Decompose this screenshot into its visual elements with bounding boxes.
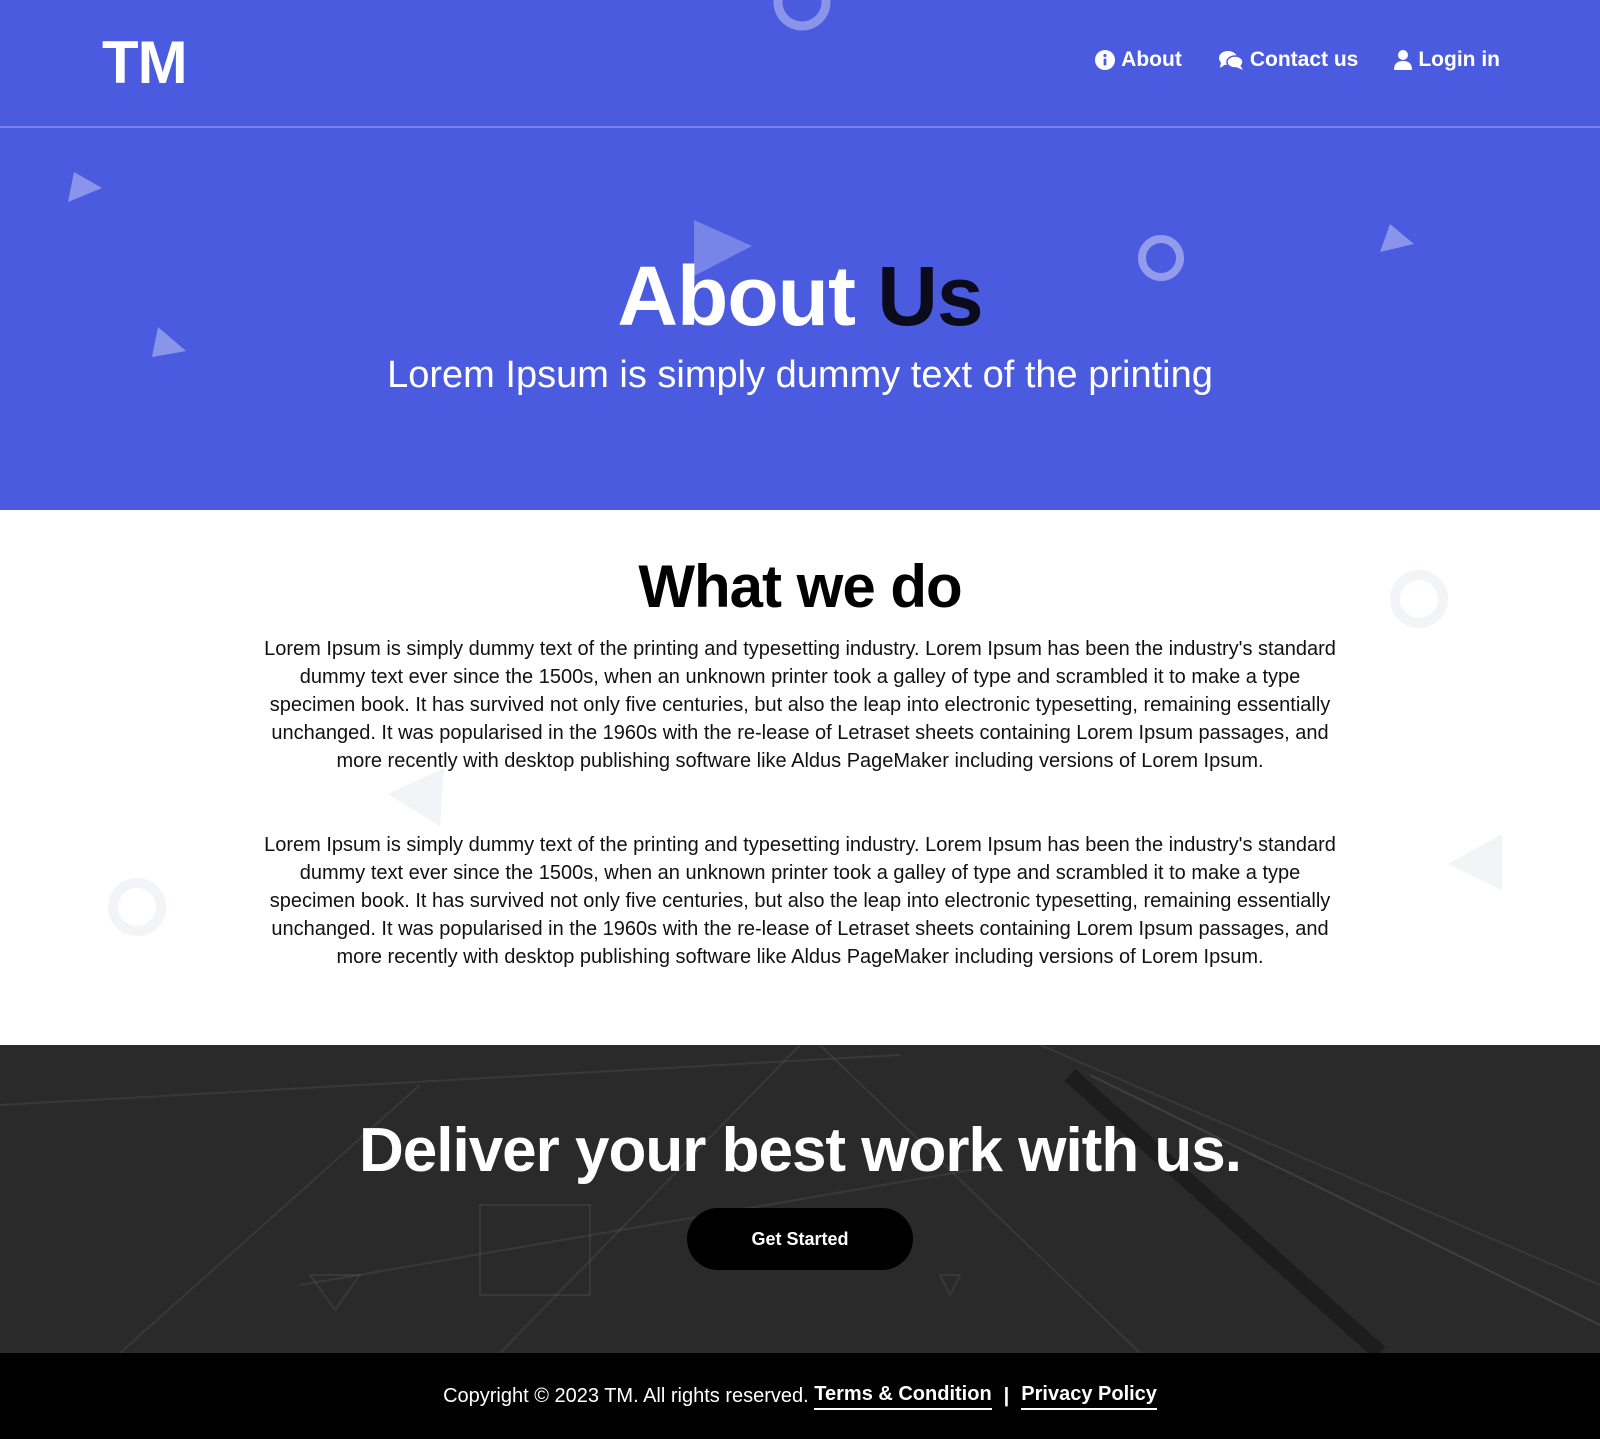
triangle-decoration-icon (1448, 834, 1502, 890)
chat-bubbles-icon (1218, 51, 1244, 70)
blueprint-background-image (0, 1045, 1600, 1353)
main-nav: About Contact us Login in (1095, 48, 1500, 72)
user-icon (1394, 50, 1413, 70)
navbar: TM About Contact us Login in (0, 0, 1600, 128)
terms-link[interactable]: Terms & Condition (814, 1383, 992, 1410)
hero-subtitle: Lorem Ipsum is simply dummy text of the … (387, 354, 1213, 396)
about-paragraph: Lorem Ipsum is simply dummy text of the … (264, 638, 1336, 772)
footer-separator: | (1003, 1384, 1010, 1407)
nav-contact-label: Contact us (1249, 48, 1359, 71)
what-we-do-section: What we do Lorem Ipsum is simply dummy t… (0, 510, 1600, 1045)
nav-login-label: Login in (1418, 48, 1500, 71)
nav-about-label: About (1121, 48, 1182, 71)
cta-section: Deliver your best work with us. Get Star… (0, 1045, 1600, 1353)
copyright-text: Copyright © 2023 TM. All rights reserved… (443, 1384, 809, 1407)
info-circle-icon (1095, 50, 1116, 70)
about-paragraph: Lorem Ipsum is simply dummy text of the … (264, 834, 1336, 968)
footer: Copyright © 2023 TM. All rights reserved… (0, 1353, 1600, 1439)
cta-title: Deliver your best work with us. (358, 1116, 1242, 1185)
privacy-link[interactable]: Privacy Policy (1021, 1383, 1157, 1410)
page-title-light: About (617, 249, 856, 343)
nav-about[interactable]: About (1095, 48, 1182, 72)
page-title: About Us (0, 246, 1600, 346)
hero-section: TM About Contact us Login in About Us Lo… (0, 0, 1600, 510)
triangle-decoration-icon (68, 172, 102, 202)
nav-login[interactable]: Login in (1394, 48, 1500, 72)
ring-decoration-icon (108, 878, 166, 936)
get-started-button[interactable]: Get Started (687, 1208, 913, 1270)
nav-contact[interactable]: Contact us (1218, 48, 1359, 72)
logo[interactable]: TM (102, 28, 188, 97)
page-title-dark: Us (877, 249, 983, 343)
section-title: What we do (638, 553, 962, 620)
